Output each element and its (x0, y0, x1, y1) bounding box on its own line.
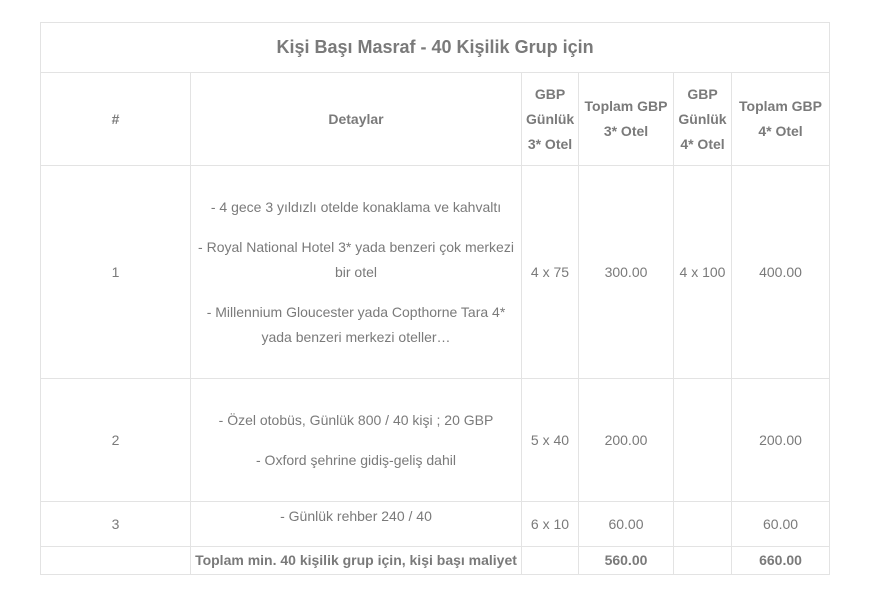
header-daily-3star-line: 3* Otel (527, 135, 573, 152)
table-row: 2 - Özel otobüs, Günlük 800 / 40 kişi ; … (40, 378, 831, 502)
row-daily-3star: 5 x 40 (521, 378, 579, 502)
title-row: Kişi Başı Masraf - 40 Kişilik Grup için (39, 22, 831, 73)
detail-line: - 4 gece 3 yıldızlı otelde konaklama ve … (210, 198, 502, 215)
table-row: 1 - 4 gece 3 yıldızlı otelde konaklama v… (40, 165, 831, 379)
total-index-empty (40, 546, 191, 575)
row-details: - Günlük rehber 240 / 40 (190, 501, 522, 547)
header-daily-3star-line: Günlük (526, 110, 575, 127)
header-daily-3star: GBP Günlük 3* Otel (521, 72, 579, 166)
row-index: 1 (40, 165, 191, 379)
header-total-4star-line: 4* Otel (758, 123, 803, 139)
row-total-3star: 200.00 (578, 378, 674, 502)
header-daily-4star-line: 4* Otel (680, 135, 725, 152)
header-total-3star: Toplam GBP 3* Otel (578, 72, 674, 166)
total-daily-3star-empty (521, 546, 579, 575)
detail-line: - Royal National Hotel 3* yada benzeri ç… (198, 238, 514, 280)
row-details: - Özel otobüs, Günlük 800 / 40 kişi ; 20… (190, 378, 522, 502)
header-daily-4star-line: Günlük (678, 110, 727, 127)
header-daily-4star: GBP Günlük 4* Otel (673, 72, 732, 166)
header-daily-4star-line: GBP (687, 85, 718, 102)
row-daily-4star: 4 x 100 (673, 165, 732, 379)
row-index: 2 (40, 378, 191, 502)
row-index: 3 (40, 501, 191, 547)
row-total-4star: 200.00 (730, 378, 831, 502)
row-total-3star: 60.00 (578, 501, 674, 547)
row-details: - 4 gece 3 yıldızlı otelde konaklama ve … (190, 165, 522, 379)
total-daily-4star-empty (673, 546, 732, 575)
total-row: Toplam min. 40 kişilik grup için, kişi b… (40, 546, 831, 575)
header-row: # Detaylar GBP Günlük 3* Otel Toplam GBP… (40, 72, 831, 166)
row-total-4star: 60.00 (730, 501, 831, 547)
total-3star: 560.00 (578, 546, 674, 575)
detail-line: - Günlük rehber 240 / 40 (280, 508, 432, 524)
row-total-3star: 300.00 (578, 165, 674, 379)
header-total-3star-line: 3* Otel (603, 123, 649, 139)
header-details: Detaylar (190, 72, 522, 166)
total-label: Toplam min. 40 kişilik grup için, kişi b… (190, 546, 522, 575)
header-daily-3star-line: GBP (534, 85, 566, 102)
table-row: 3 - Günlük rehber 240 / 40 6 x 10 60.00 … (40, 501, 831, 547)
row-daily-3star: 6 x 10 (521, 501, 579, 547)
row-daily-4star (673, 501, 732, 547)
header-total-4star-line: Toplam GBP (739, 98, 822, 114)
cost-table: Kişi Başı Masraf - 40 Kişilik Grup için … (39, 22, 831, 575)
header-total-3star-line: Toplam GBP (584, 98, 668, 114)
table-title: Kişi Başı Masraf - 40 Kişilik Grup için (39, 22, 831, 73)
detail-line: - Millennium Gloucester yada Copthorne T… (206, 303, 506, 345)
row-daily-3star: 4 x 75 (521, 165, 579, 379)
detail-line: - Oxford şehrine gidiş-geliş dahil (256, 451, 456, 468)
total-4star: 660.00 (730, 546, 831, 575)
row-total-4star: 400.00 (730, 165, 831, 379)
header-index: # (40, 72, 191, 166)
header-total-4star: Toplam GBP 4* Otel (730, 72, 831, 166)
row-daily-4star (673, 378, 732, 502)
detail-line: - Özel otobüs, Günlük 800 / 40 kişi ; 20… (218, 411, 494, 428)
cost-table-container: Kişi Başı Masraf - 40 Kişilik Grup için … (39, 22, 831, 575)
